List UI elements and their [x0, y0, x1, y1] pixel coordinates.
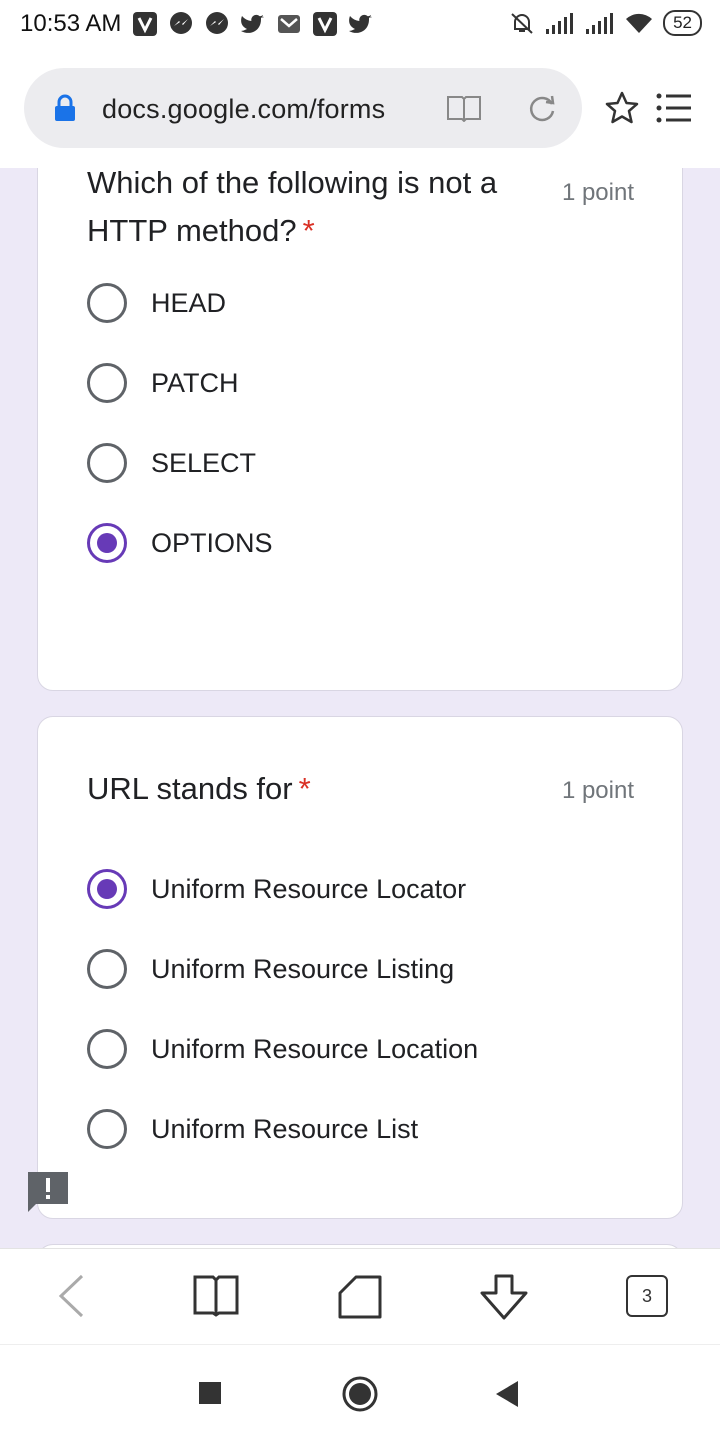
status-bar: 10:53 AM 52 — [0, 0, 720, 50]
option-label: Uniform Resource List — [151, 1113, 419, 1144]
browser-nav-bar: 3 — [0, 1248, 720, 1344]
question-text: URL stands for — [87, 771, 293, 806]
radio-button[interactable] — [87, 1029, 127, 1069]
option-uniform-resource-location[interactable]: Uniform Resource Location — [87, 1027, 478, 1071]
question-card-http-method: Which of the following is not a HTTP met… — [37, 168, 683, 691]
form-page: Which of the following is not a HTTP met… — [0, 168, 720, 1248]
points-label: 1 point — [561, 179, 634, 206]
url-text[interactable]: docs.google.com/forms — [102, 94, 385, 125]
address-bar[interactable]: docs.google.com/forms — [24, 68, 582, 148]
option-label: HEAD — [151, 287, 227, 318]
wifi-icon — [626, 13, 653, 33]
twitter-icon-2 — [349, 14, 372, 33]
question-text: Which of the following is not a HTTP met… — [87, 168, 498, 248]
reload-icon[interactable] — [526, 92, 558, 124]
question-title: URL stands for * — [87, 765, 537, 813]
option-label: Uniform Resource Location — [151, 1033, 479, 1064]
lock-icon — [55, 94, 75, 121]
status-time: 10:53 AM — [20, 10, 122, 37]
required-marker: * — [298, 771, 311, 806]
option-patch[interactable]: PATCH — [87, 361, 239, 405]
option-label: OPTIONS — [151, 527, 273, 558]
radio-button-selected[interactable] — [87, 869, 127, 909]
download-icon[interactable] — [478, 1273, 530, 1321]
bookmarks-icon[interactable] — [192, 1273, 240, 1317]
option-uniform-resource-listing[interactable]: Uniform Resource Listing — [87, 947, 454, 991]
messenger-icon — [170, 12, 192, 34]
system-status-icons: 52 — [509, 10, 702, 36]
radio-button[interactable] — [87, 363, 127, 403]
v-app-icon-2 — [313, 12, 337, 36]
radio-button-selected[interactable] — [87, 523, 127, 563]
twitter-icon — [241, 14, 264, 33]
reader-mode-icon[interactable] — [446, 94, 482, 122]
option-options[interactable]: OPTIONS — [87, 521, 273, 565]
signal-icon — [546, 13, 574, 34]
points-label: 1 point — [561, 777, 634, 804]
question-card-url: URL stands for * 1 point Uniform Resource… — [37, 716, 683, 1219]
radio-button[interactable] — [87, 1109, 127, 1149]
option-select[interactable]: SELECT — [87, 441, 256, 485]
radio-button[interactable] — [87, 283, 127, 323]
radio-button[interactable] — [87, 949, 127, 989]
recents-icon[interactable] — [198, 1381, 222, 1405]
back-icon[interactable] — [56, 1273, 86, 1319]
question-title: Which of the following is not a HTTP met… — [87, 168, 537, 255]
system-nav-bar — [0, 1344, 720, 1440]
home-icon[interactable] — [336, 1273, 384, 1321]
v-app-icon — [133, 12, 157, 36]
feedback-icon[interactable] — [28, 1172, 68, 1216]
required-marker: * — [302, 213, 315, 248]
messenger-icon-2 — [206, 12, 228, 34]
option-label: Uniform Resource Locator — [151, 873, 467, 904]
option-uniform-resource-locator[interactable]: Uniform Resource Locator — [87, 867, 466, 911]
option-label: SELECT — [151, 447, 257, 478]
tabs-icon[interactable]: 3 — [626, 1275, 668, 1317]
mute-bell-icon — [511, 13, 533, 34]
option-label: Uniform Resource Listing — [151, 953, 455, 984]
system-back-icon[interactable] — [494, 1379, 520, 1409]
star-icon[interactable] — [604, 90, 640, 126]
notification-icons — [132, 11, 374, 37]
option-label: PATCH — [151, 367, 239, 398]
radio-button[interactable] — [87, 443, 127, 483]
option-head[interactable]: HEAD — [87, 281, 226, 325]
system-home-icon[interactable] — [341, 1375, 379, 1413]
option-uniform-resource-list[interactable]: Uniform Resource List — [87, 1107, 418, 1151]
battery-indicator: 52 — [663, 10, 702, 36]
gmail-icon — [278, 15, 300, 33]
signal-icon-2 — [586, 13, 614, 34]
menu-icon[interactable] — [656, 92, 692, 124]
